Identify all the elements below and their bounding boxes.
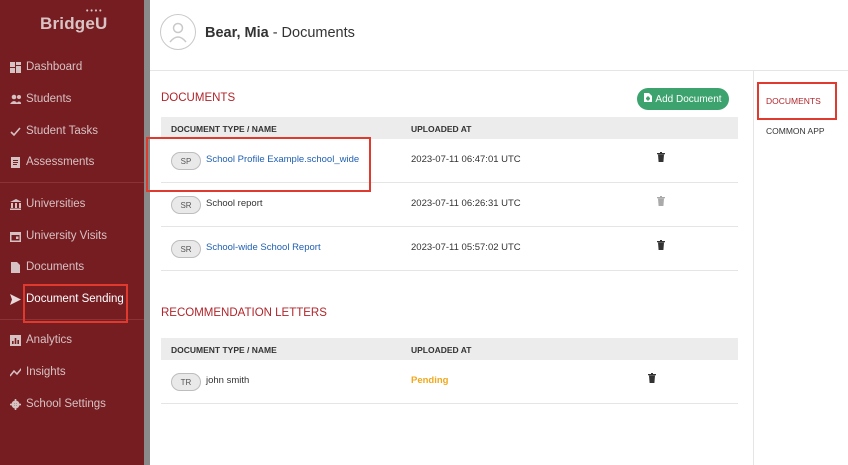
column-header-uploaded: UPLOADED AT bbox=[411, 124, 472, 134]
sidebar-item-school-settings[interactable]: School Settings bbox=[10, 394, 106, 414]
trash-icon[interactable] bbox=[657, 240, 665, 250]
document-type-badge: SR bbox=[171, 240, 201, 258]
column-header-type: DOCUMENT TYPE / NAME bbox=[171, 345, 277, 355]
sidebar-item-document-sending[interactable]: Document Sending bbox=[10, 289, 124, 309]
document-type-badge: SR bbox=[171, 196, 201, 214]
analytics-icon bbox=[10, 334, 21, 346]
sidebar-item-dashboard[interactable]: Dashboard bbox=[10, 57, 82, 77]
sidebar-divider bbox=[0, 319, 144, 320]
recommendations-table-header: DOCUMENT TYPE / NAME UPLOADED AT bbox=[161, 338, 738, 360]
sidebar-item-label: Dashboard bbox=[26, 61, 83, 73]
sidebar-item-analytics[interactable]: Analytics bbox=[10, 330, 72, 350]
document-link[interactable]: School Profile Example.school_wide bbox=[206, 154, 359, 165]
insights-icon bbox=[10, 367, 21, 378]
status-badge: Pending bbox=[411, 375, 449, 386]
page-title: Bear, Mia - Documents bbox=[205, 25, 355, 41]
documents-section-title: DOCUMENTS bbox=[161, 92, 236, 104]
add-document-button[interactable]: Add Document bbox=[637, 88, 729, 110]
tasks-icon bbox=[10, 126, 21, 137]
table-row: TR john smith Pending bbox=[161, 360, 738, 404]
assessments-icon bbox=[10, 156, 21, 168]
sidebar-item-label: University Visits bbox=[26, 230, 107, 242]
add-document-label: Add Document bbox=[655, 93, 722, 105]
trash-icon[interactable] bbox=[648, 373, 656, 383]
avatar bbox=[160, 14, 196, 50]
column-header-type: DOCUMENT TYPE / NAME bbox=[171, 124, 277, 134]
documents-table-header: DOCUMENT TYPE / NAME UPLOADED AT bbox=[161, 117, 738, 139]
uploaded-at: 2023-07-11 06:47:01 UTC bbox=[411, 154, 521, 165]
sidebar-item-label: School Settings bbox=[26, 398, 106, 410]
sidebar-item-label: Student Tasks bbox=[26, 125, 99, 137]
recommender-name: john smith bbox=[206, 375, 250, 386]
document-icon bbox=[10, 261, 21, 273]
right-nav-divider bbox=[753, 70, 754, 465]
document-type-badge: TR bbox=[171, 373, 201, 391]
dashboard-icon bbox=[10, 61, 21, 73]
document-type-badge: SP bbox=[171, 152, 201, 170]
uploaded-at: 2023-07-11 06:26:31 UTC bbox=[411, 198, 521, 209]
sidebar-item-label: Universities bbox=[26, 198, 86, 210]
sidebar-item-label: Documents bbox=[26, 261, 85, 273]
sidebar-item-assessments[interactable]: Assessments bbox=[10, 152, 94, 172]
bridgeu-logo[interactable]: • • • • BridgeU bbox=[40, 8, 108, 34]
send-icon bbox=[10, 293, 21, 305]
sidebar-item-label: Students bbox=[26, 93, 72, 105]
student-name: Bear, Mia bbox=[205, 25, 269, 41]
sidebar-item-label: Document Sending bbox=[26, 293, 124, 305]
page-title-suffix: - Documents bbox=[268, 25, 355, 41]
sidebar-divider bbox=[0, 182, 144, 183]
column-header-uploaded: UPLOADED AT bbox=[411, 345, 472, 355]
logo-text: BridgeU bbox=[40, 14, 108, 33]
trash-icon[interactable] bbox=[657, 196, 665, 206]
uploaded-at: 2023-07-11 05:57:02 UTC bbox=[411, 242, 521, 253]
sidebar-item-label: Insights bbox=[26, 366, 66, 378]
sidebar-item-insights[interactable]: Insights bbox=[10, 362, 66, 382]
gear-icon bbox=[10, 398, 21, 410]
document-name: School report bbox=[206, 198, 263, 209]
sidebar-item-student-tasks[interactable]: Student Tasks bbox=[10, 121, 98, 141]
user-icon bbox=[169, 22, 187, 43]
sidebar-item-documents[interactable]: Documents bbox=[10, 257, 84, 277]
file-add-icon bbox=[644, 93, 653, 105]
university-icon bbox=[10, 198, 21, 210]
students-icon bbox=[10, 94, 21, 105]
calendar-icon bbox=[10, 231, 21, 242]
sidebar-item-label: Analytics bbox=[26, 334, 73, 346]
logo-dots-icon: • • • • bbox=[86, 8, 102, 15]
trash-icon[interactable] bbox=[657, 152, 665, 162]
sidebar-item-label: Assessments bbox=[26, 156, 95, 168]
sidebar-item-universities[interactable]: Universities bbox=[10, 194, 85, 214]
right-nav-documents[interactable]: DOCUMENTS bbox=[766, 96, 821, 106]
sidebar-item-university-visits[interactable]: University Visits bbox=[10, 226, 107, 246]
recommendations-section-title: RECOMMENDATION LETTERS bbox=[161, 307, 327, 319]
sidebar-item-students[interactable]: Students bbox=[10, 89, 71, 109]
sidebar: • • • • BridgeU Dashboard Students Stude… bbox=[0, 0, 144, 465]
document-link[interactable]: School-wide School Report bbox=[206, 242, 321, 253]
table-row: SR School report 2023-07-11 06:26:31 UTC bbox=[161, 183, 738, 227]
right-nav-common-app[interactable]: COMMON APP bbox=[766, 126, 825, 136]
table-row: SP School Profile Example.school_wide 20… bbox=[161, 139, 738, 183]
table-row: SR School-wide School Report 2023-07-11 … bbox=[161, 227, 738, 271]
